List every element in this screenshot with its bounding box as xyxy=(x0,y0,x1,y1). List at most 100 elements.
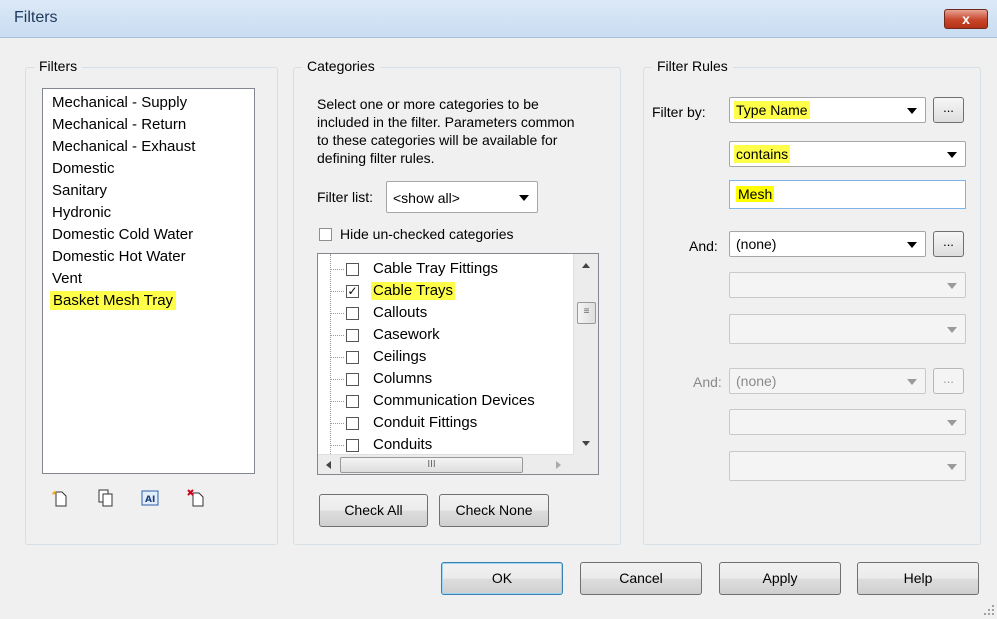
category-row[interactable]: Ceilings xyxy=(318,346,578,368)
filter-by-label: Filter by: xyxy=(652,104,706,120)
and2-value: (none) xyxy=(736,373,777,389)
filter-list-item[interactable]: Sanitary xyxy=(43,180,254,202)
hide-unchecked-checkbox[interactable] xyxy=(319,228,332,241)
category-row[interactable]: Conduits xyxy=(318,434,578,456)
scroll-right-icon[interactable] xyxy=(556,461,561,469)
category-checkbox[interactable] xyxy=(346,263,359,276)
categories-tree[interactable]: Cable Tray Fittings ✓ Cable Trays Callou… xyxy=(317,253,599,475)
category-row[interactable]: Columns xyxy=(318,368,578,390)
duplicate-filter-icon[interactable] xyxy=(97,489,115,507)
apply-button[interactable]: Apply xyxy=(719,562,841,595)
scroll-thumb[interactable]: ≡ xyxy=(577,302,596,324)
vertical-scrollbar[interactable]: ≡ xyxy=(573,254,598,454)
filter-list-item[interactable]: Mechanical - Return xyxy=(43,114,254,136)
and-label: And: xyxy=(689,238,718,254)
category-row[interactable]: Communication Devices xyxy=(318,390,578,412)
scrollbar-corner xyxy=(574,454,598,474)
category-row[interactable]: Casework xyxy=(318,324,578,346)
title-bar: Filters x xyxy=(0,0,997,38)
horizontal-scrollbar[interactable]: III xyxy=(318,454,574,474)
category-label: Communication Devices xyxy=(373,392,535,409)
rename-filter-icon[interactable]: AI xyxy=(141,489,159,507)
rule-value-text: Mesh xyxy=(736,186,775,202)
filters-list[interactable]: Mechanical - Supply Mechanical - Return … xyxy=(42,88,255,474)
check-all-button[interactable]: Check All xyxy=(319,494,428,527)
tree-connector xyxy=(330,291,344,292)
and-operator-dropdown[interactable] xyxy=(729,272,966,298)
filter-list-item[interactable]: Domestic Cold Water xyxy=(43,224,254,246)
chevron-down-icon xyxy=(947,327,957,333)
category-checkbox[interactable] xyxy=(346,373,359,386)
filter-list-item-label: Basket Mesh Tray xyxy=(50,291,177,310)
scroll-thumb-horizontal[interactable]: III xyxy=(340,457,523,473)
cancel-button[interactable]: Cancel xyxy=(580,562,702,595)
category-row[interactable]: Conduit Fittings xyxy=(318,412,578,434)
scroll-down-icon[interactable] xyxy=(582,441,590,446)
help-button[interactable]: Help xyxy=(857,562,979,595)
and-value-dropdown[interactable] xyxy=(729,314,966,344)
category-label: Ceilings xyxy=(373,348,427,365)
category-checkbox[interactable] xyxy=(346,307,359,320)
rule-value-input[interactable]: Mesh xyxy=(729,180,966,209)
category-checkbox[interactable] xyxy=(346,351,359,364)
hide-unchecked-label: Hide un-checked categories xyxy=(340,226,514,242)
and2-label: And: xyxy=(693,374,722,390)
and2-browse-button[interactable]: ... xyxy=(933,368,964,394)
operator-dropdown[interactable]: contains xyxy=(729,141,966,167)
close-icon: x xyxy=(962,11,970,27)
filter-list-item[interactable]: Mechanical - Supply xyxy=(43,92,254,114)
tree-connector xyxy=(330,379,344,380)
delete-filter-icon[interactable] xyxy=(187,489,205,507)
scroll-left-icon[interactable] xyxy=(326,461,331,469)
tree-connector xyxy=(330,269,344,270)
tree-connector xyxy=(330,401,344,402)
ok-button[interactable]: OK xyxy=(441,562,563,595)
category-label: Cable Tray Fittings xyxy=(373,260,499,277)
resize-grip-icon[interactable] xyxy=(983,604,995,616)
filter-list-item[interactable]: Vent xyxy=(43,268,254,290)
chevron-down-icon xyxy=(907,379,917,385)
check-none-button[interactable]: Check None xyxy=(439,494,549,527)
close-button[interactable]: x xyxy=(944,9,988,29)
category-checkbox[interactable] xyxy=(346,439,359,452)
tree-connector xyxy=(330,313,344,314)
category-checkbox[interactable] xyxy=(346,329,359,342)
filter-by-browse-button[interactable]: ... xyxy=(933,97,964,123)
filter-list-item[interactable]: Domestic xyxy=(43,158,254,180)
filters-group-label: Filters xyxy=(34,58,83,74)
filter-list-dropdown[interactable]: <show all> xyxy=(386,181,538,213)
filter-list-item[interactable]: Hydronic xyxy=(43,202,254,224)
category-checkbox-checked[interactable]: ✓ xyxy=(346,285,359,298)
chevron-down-icon xyxy=(907,242,917,248)
and2-operator-dropdown[interactable] xyxy=(729,409,966,435)
new-filter-icon[interactable] xyxy=(52,489,70,507)
category-row[interactable]: Callouts xyxy=(318,302,578,324)
svg-text:AI: AI xyxy=(145,495,155,505)
categories-group-label: Categories xyxy=(302,58,380,74)
chevron-down-icon xyxy=(947,420,957,426)
category-row[interactable]: ✓ Cable Trays xyxy=(318,280,578,302)
category-label: Columns xyxy=(373,370,433,387)
chevron-down-icon xyxy=(519,195,529,201)
and2-value-dropdown[interactable] xyxy=(729,451,966,481)
chevron-down-icon xyxy=(947,283,957,289)
and-browse-button[interactable]: ... xyxy=(933,231,964,257)
and-dropdown[interactable]: (none) xyxy=(729,231,926,257)
operator-value: contains xyxy=(734,145,791,163)
filter-list-value: <show all> xyxy=(393,190,460,206)
filter-list-item-selected[interactable]: Basket Mesh Tray xyxy=(43,290,254,312)
filter-list-item[interactable]: Domestic Hot Water xyxy=(43,246,254,268)
category-checkbox[interactable] xyxy=(346,395,359,408)
scroll-up-icon[interactable] xyxy=(582,263,590,268)
category-label: Conduit Fittings xyxy=(373,414,478,431)
chevron-down-icon xyxy=(907,108,917,114)
filter-list-item[interactable]: Mechanical - Exhaust xyxy=(43,136,254,158)
category-checkbox[interactable] xyxy=(346,417,359,430)
tree-connector xyxy=(330,335,344,336)
chevron-down-icon xyxy=(947,152,957,158)
tree-connector xyxy=(330,445,344,446)
and2-dropdown[interactable]: (none) xyxy=(729,368,926,394)
filter-by-dropdown[interactable]: Type Name xyxy=(729,97,926,123)
category-label: Callouts xyxy=(373,304,428,321)
category-row[interactable]: Cable Tray Fittings xyxy=(318,258,578,280)
